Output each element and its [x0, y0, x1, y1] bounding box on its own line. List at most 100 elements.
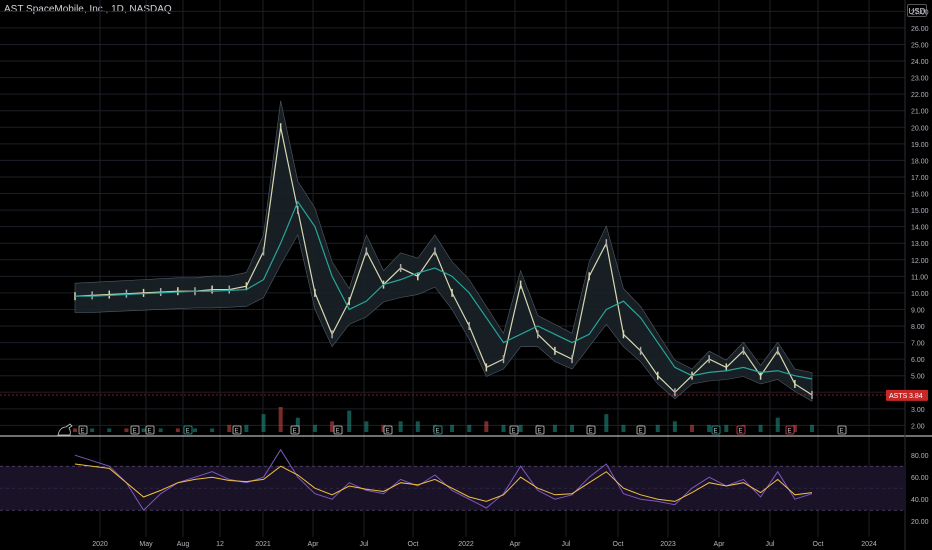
volume-bar: [484, 421, 489, 432]
rsi-tick-label: 60.00: [911, 475, 929, 482]
volume-bar: [690, 424, 695, 432]
y-tick-label: 14.00: [911, 225, 929, 232]
earnings-marker-label: E: [436, 429, 440, 435]
x-tick-label: Aug: [177, 541, 190, 548]
volume-bar: [398, 421, 403, 432]
y-tick-label: 26.00: [911, 26, 929, 33]
y-tick-label: 2.00: [911, 423, 925, 430]
y-tick-label: 12.00: [911, 258, 929, 265]
y-tick-label: 21.00: [911, 109, 929, 116]
y-tick-label: 22.00: [911, 92, 929, 99]
y-tick-label: 5.00: [911, 374, 925, 381]
volume-bar: [90, 428, 95, 432]
y-tick-label: 27.00: [911, 9, 929, 16]
x-tick-label: May: [139, 541, 153, 548]
volume-bar: [175, 428, 180, 432]
x-tick-label: Jul: [766, 541, 775, 548]
volume-bar: [758, 424, 763, 432]
volume-bar: [655, 424, 660, 432]
y-tick-label: 10.00: [911, 291, 929, 298]
earnings-marker-label: E: [81, 429, 85, 435]
y-tick-label: 20.00: [911, 125, 929, 132]
volume-bar: [552, 424, 557, 432]
rsi-tick-label: 20.00: [911, 519, 929, 526]
x-tick-label: Jul: [562, 541, 571, 548]
volume-bar: [141, 428, 146, 432]
y-tick-label: 24.00: [911, 59, 929, 66]
volume-bar: [450, 424, 455, 432]
volume-bar: [707, 424, 712, 432]
volume-bar: [210, 428, 215, 432]
volume-bar: [364, 421, 369, 432]
symbol-label: ASTS: [889, 393, 908, 400]
volume-bar: [312, 424, 317, 432]
earnings-marker-label: E: [739, 429, 743, 435]
volume-bar: [570, 424, 575, 432]
x-tick-label: Apr: [714, 541, 726, 548]
y-tick-label: 15.00: [911, 208, 929, 215]
price-band: [74, 100, 813, 402]
earnings-marker-label: E: [133, 429, 137, 435]
last-price-label: 3.84: [909, 393, 923, 400]
earnings-marker-label: E: [235, 429, 239, 435]
earnings-marker-label: E: [589, 429, 593, 435]
volume-bar: [124, 428, 129, 432]
volume-bar: [518, 424, 523, 432]
x-tick-label: Jul: [360, 541, 369, 548]
y-tick-label: 13.00: [911, 241, 929, 248]
y-tick-label: 16.00: [911, 192, 929, 199]
x-tick-label: 2023: [660, 541, 676, 548]
volume-bar: [467, 424, 472, 432]
volume-bar: [724, 424, 729, 432]
earnings-marker-label: E: [148, 429, 152, 435]
x-tick-label: Oct: [813, 541, 824, 548]
volume-bar: [672, 421, 677, 432]
x-tick-label: Oct: [408, 541, 419, 548]
earnings-marker-label: E: [386, 429, 390, 435]
volume-bar: [158, 428, 163, 432]
x-tick-label: 12: [216, 541, 224, 548]
earnings-marker-label: E: [336, 429, 340, 435]
y-tick-label: 19.00: [911, 142, 929, 149]
volume-bar: [621, 424, 626, 432]
earnings-marker-label: E: [840, 429, 844, 435]
volume-bar: [227, 424, 232, 432]
volume-bar: [604, 414, 609, 432]
volume-bar: [775, 417, 780, 432]
price-chart[interactable]: 27.00 26.00 25.00 24.00 23.00 22.00 21.00 20.00…: [0, 0, 932, 550]
x-tick-label: Apr: [308, 541, 320, 548]
y-tick-label: 11.00: [911, 274, 928, 281]
earnings-marker-label: E: [293, 429, 297, 435]
volume-bar: [107, 428, 112, 432]
y-tick-label: 6.00: [911, 357, 925, 364]
volume-bar: [244, 424, 249, 432]
x-tick-label: 2022: [458, 541, 474, 548]
y-tick-label: 17.00: [911, 175, 929, 182]
rsi-tick-label: 40.00: [911, 497, 929, 504]
volume-bar: [73, 428, 77, 432]
volume-bar: [261, 414, 266, 432]
earnings-marker-label: E: [639, 429, 643, 435]
earnings-marker-label: E: [788, 429, 792, 435]
earnings-marker-label: E: [714, 429, 718, 435]
y-tick-label: 18.00: [911, 158, 929, 165]
y-tick-label: 25.00: [911, 42, 929, 49]
volume-bar: [278, 407, 283, 432]
y-tick-label: 7.00: [911, 341, 925, 348]
volume-bar: [330, 421, 335, 432]
earnings-marker-label: E: [186, 429, 190, 435]
x-tick-label: 2020: [92, 541, 108, 548]
x-tick-label: 2021: [255, 541, 271, 548]
volume-bar: [192, 428, 197, 432]
y-tick-label: 9.00: [911, 307, 925, 314]
x-tick-label: Apr: [510, 541, 522, 548]
volume-bar: [810, 424, 814, 432]
x-tick-label: Oct: [613, 541, 624, 548]
earnings-marker-label: E: [538, 429, 542, 435]
y-tick-label: 8.00: [911, 324, 925, 331]
volume-bar: [347, 410, 352, 432]
y-tick-label: 23.00: [911, 76, 929, 83]
y-tick-label: 3.00: [911, 407, 925, 414]
volume-bar: [501, 424, 506, 432]
rsi-tick-label: 80.00: [911, 453, 929, 460]
